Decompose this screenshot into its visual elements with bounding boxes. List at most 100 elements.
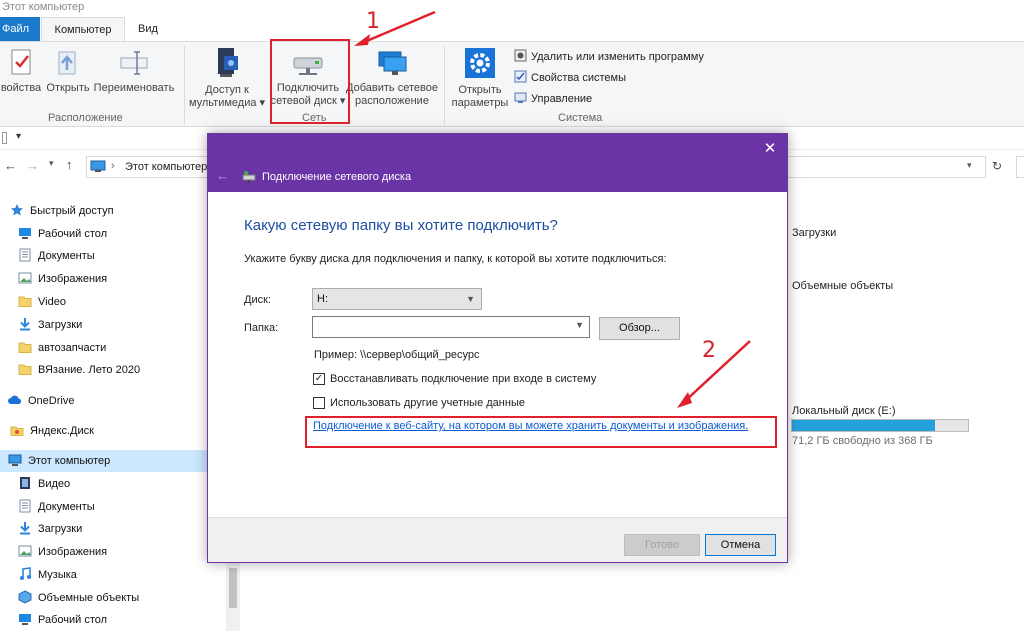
refresh-icon[interactable]: ↻ — [992, 159, 1002, 173]
video-icon — [20, 477, 30, 489]
qat-dropdown-icon[interactable]: ▾ — [16, 131, 21, 142]
nav-item-label: Яндекс.Диск — [30, 425, 94, 437]
nav-item-folder[interactable]: автозапчасти — [18, 337, 106, 359]
nav-item-label: Документы — [38, 501, 95, 513]
browse-button[interactable]: Обзор... — [599, 317, 680, 340]
nav-item-label: OneDrive — [28, 395, 75, 407]
nav-item-folder[interactable]: ВЯзание. Лето 2020 — [18, 359, 140, 381]
nav-item-downloads[interactable]: Загрузки — [18, 314, 82, 336]
documents-icon — [19, 499, 31, 513]
nav-item-this-pc[interactable]: Этот компьютер — [0, 450, 226, 472]
manage-button[interactable]: Управление — [514, 91, 592, 105]
map-network-drive-dialog: ✕ ← Подключение сетевого диска Какую сет… — [207, 133, 788, 563]
up-icon[interactable]: ↑ — [66, 157, 73, 172]
nav-item-pictures[interactable]: Изображения — [18, 541, 107, 563]
chevron-down-icon: ▼ — [466, 294, 475, 304]
address-dropdown-icon[interactable]: ▾ — [967, 160, 972, 171]
nav-item-label: автозапчасти — [38, 342, 107, 354]
rename-button[interactable]: Переименовать — [92, 48, 176, 95]
search-input[interactable] — [1016, 156, 1024, 178]
nav-item-3d-objects[interactable]: Объемные объекты — [18, 587, 139, 609]
music-icon — [20, 567, 31, 580]
dialog-footer: Готово Отмена — [208, 517, 787, 562]
annotation-number: 2 — [702, 338, 716, 363]
nav-item-documents[interactable]: Документы — [18, 245, 95, 267]
uninstall-program-button[interactable]: Удалить или изменить программу — [514, 49, 704, 63]
nav-item-label: Музыка — [38, 569, 77, 581]
tab-view[interactable]: Вид — [130, 17, 166, 41]
nav-item-onedrive[interactable]: OneDrive — [8, 390, 74, 412]
group-label-location: Расположение — [48, 112, 123, 124]
other-credentials-checkbox[interactable] — [313, 397, 325, 409]
cloud-icon — [8, 395, 22, 404]
folder-label: Папка: — [244, 322, 279, 334]
yandex-disk-icon — [10, 426, 24, 436]
cancel-button[interactable]: Отмена — [705, 534, 776, 556]
folder-downloads[interactable]: Загрузки — [792, 227, 836, 239]
qat-item-icon[interactable] — [2, 132, 7, 144]
ribbon-separator — [184, 46, 185, 124]
chevron-down-icon[interactable]: ▼ — [575, 320, 584, 330]
nav-item-yandex-disk[interactable]: Яндекс.Диск — [10, 420, 94, 442]
nav-item-quick-access[interactable]: Быстрый доступ — [10, 200, 114, 222]
downloads-icon — [20, 522, 30, 535]
star-icon — [11, 204, 23, 216]
nav-item-label: Рабочий стол — [38, 614, 108, 626]
open-icon — [58, 51, 76, 75]
desktop-icon — [19, 228, 31, 239]
ribbon-separator — [444, 46, 445, 124]
folder-path-input[interactable]: ▼ — [312, 316, 590, 338]
open-button[interactable]: Открыть — [46, 48, 90, 95]
desktop-icon — [19, 614, 31, 625]
system-properties-icon — [514, 70, 527, 83]
drive-e-label[interactable]: Локальный диск (E:) — [792, 405, 896, 417]
tab-file[interactable]: Файл — [0, 17, 40, 41]
open-settings-label-1: Открыть — [458, 84, 502, 96]
folder-icon — [18, 296, 32, 307]
forward-icon[interactable]: → — [26, 158, 39, 173]
dialog-heading: Какую сетевую папку вы хотите подключить… — [244, 217, 558, 234]
system-properties-label: Свойства системы — [531, 72, 627, 84]
pictures-icon — [18, 272, 32, 284]
folder-3d-objects[interactable]: Объемные объекты — [792, 280, 893, 292]
breadcrumb[interactable]: Этот компьютер — [125, 161, 207, 173]
nav-item-label: Быстрый доступ — [30, 205, 114, 217]
finish-button[interactable]: Готово — [624, 534, 700, 556]
nav-item-video-folder[interactable]: Video — [18, 291, 66, 313]
system-properties-button[interactable]: Свойства системы — [514, 70, 626, 84]
pictures-icon — [18, 545, 32, 557]
nav-item-downloads[interactable]: Загрузки — [18, 518, 82, 540]
add-network-location-button[interactable]: Добавить сетевое расположение — [346, 48, 438, 108]
other-credentials-label[interactable]: Использовать другие учетные данные — [330, 397, 525, 409]
nav-item-label: Этот компьютер — [28, 455, 111, 467]
close-icon[interactable]: ✕ — [761, 140, 779, 158]
example-text: Пример: \\сервер\общий_ресурс — [314, 349, 480, 361]
nav-item-pictures[interactable]: Изображения — [18, 268, 107, 290]
back-arrow-icon[interactable]: ← — [216, 168, 229, 183]
folder-icon — [18, 364, 32, 375]
nav-item-label: Видео — [38, 478, 71, 490]
open-settings-button[interactable]: Открыть параметры — [448, 46, 512, 110]
media-access-dropdown-icon: ▾ — [256, 97, 266, 109]
nav-item-desktop[interactable]: Рабочий стол — [18, 609, 107, 631]
nav-scrollbar-thumb[interactable] — [229, 568, 237, 608]
nav-item-music[interactable]: Музыка — [18, 564, 77, 586]
reconnect-checkbox[interactable]: ✓ — [313, 373, 325, 385]
nav-item-videos[interactable]: Видео — [18, 473, 70, 495]
open-label: Открыть — [46, 82, 90, 94]
media-access-label-1: Доступ к — [205, 84, 249, 96]
manage-label: Управление — [531, 93, 593, 105]
annotation-highlight-box — [305, 416, 777, 448]
media-access-button[interactable]: Доступ к мультимедиа ▾ — [188, 46, 266, 110]
drive-letter-select[interactable]: H: ▼ — [312, 288, 482, 310]
annotation-number: 1 — [366, 9, 380, 34]
rename-icon — [120, 51, 148, 75]
reconnect-label[interactable]: Восстанавливать подключение при входе в … — [330, 373, 596, 385]
tab-computer[interactable]: Компьютер — [41, 17, 125, 41]
recent-locations-icon[interactable]: ▾ — [49, 158, 54, 169]
nav-item-documents[interactable]: Документы — [18, 496, 95, 518]
back-icon[interactable]: ← — [4, 158, 17, 173]
nav-item-desktop[interactable]: Рабочий стол — [18, 223, 107, 245]
properties-button[interactable]: войства — [0, 48, 42, 95]
nav-item-label: Изображения — [38, 546, 108, 558]
